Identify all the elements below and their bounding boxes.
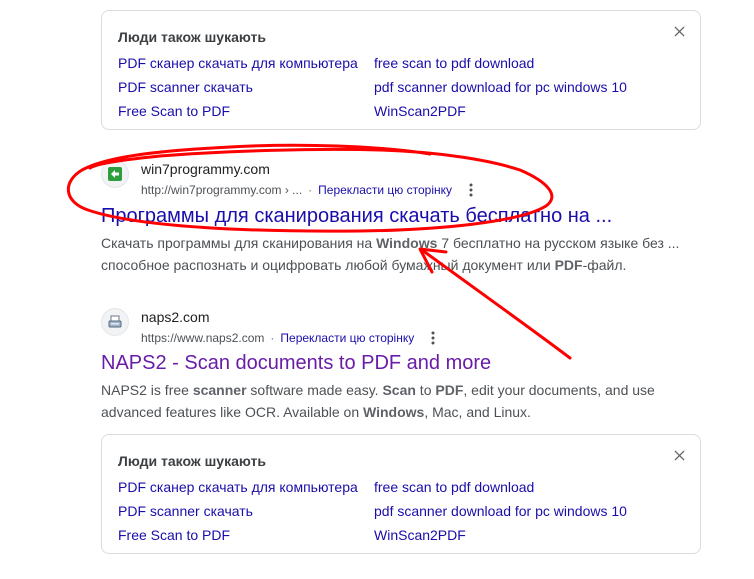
more-options-icon[interactable] — [426, 330, 440, 346]
related-search-link[interactable]: pdf scanner download for pc windows 10 — [374, 503, 627, 519]
related-search-link[interactable]: PDF scanner скачать — [118, 79, 253, 95]
related-search-link[interactable]: Free Scan to PDF — [118, 527, 230, 543]
search-result-naps2: naps2.com https://www.naps2.com · Перекл… — [101, 308, 701, 428]
more-options-icon[interactable] — [464, 182, 478, 198]
url-line: http://win7programmy.com › ... · Перекла… — [141, 182, 478, 198]
close-icon[interactable] — [670, 446, 688, 464]
related-search-link[interactable]: WinScan2PDF — [374, 103, 466, 119]
people-also-search-box-bottom: Люди також шукають PDF сканер скачать дл… — [101, 434, 701, 554]
site-name[interactable]: naps2.com — [141, 309, 209, 325]
url-line: https://www.naps2.com · Перекласти цю ст… — [141, 330, 440, 346]
related-search-link[interactable]: WinScan2PDF — [374, 527, 466, 543]
green-arrow-favicon-icon — [101, 160, 129, 188]
related-search-link[interactable]: Free Scan to PDF — [118, 103, 230, 119]
related-search-link[interactable]: PDF сканер скачать для компьютера — [118, 55, 358, 71]
scanner-favicon-icon — [101, 308, 129, 336]
related-search-link[interactable]: free scan to pdf download — [374, 55, 534, 71]
result-url[interactable]: http://win7programmy.com › ... — [141, 183, 302, 197]
related-search-link[interactable]: free scan to pdf download — [374, 479, 534, 495]
result-snippet: Скачать программы для сканирования на Wi… — [101, 235, 680, 273]
related-search-link[interactable]: PDF scanner скачать — [118, 503, 253, 519]
site-name[interactable]: win7programmy.com — [141, 161, 270, 177]
result-title-link[interactable]: NAPS2 - Scan documents to PDF and more — [101, 351, 491, 375]
people-also-search-box-top: Люди також шукають PDF сканер скачать дл… — [101, 10, 701, 130]
people-also-search-title: Люди також шукають — [118, 453, 266, 469]
close-icon[interactable] — [670, 22, 688, 40]
result-snippet: NAPS2 is free scanner software made easy… — [101, 382, 655, 420]
related-search-link[interactable]: PDF сканер скачать для компьютера — [118, 479, 358, 495]
result-url[interactable]: https://www.naps2.com — [141, 331, 264, 345]
people-also-search-title: Люди також шукають — [118, 29, 266, 45]
result-title-link[interactable]: Программы для сканирования скачать беспл… — [101, 204, 612, 228]
separator-dot: · — [270, 331, 275, 345]
translate-link[interactable]: Перекласти цю сторінку — [280, 331, 414, 345]
search-result-win7programmy: win7programmy.com http://win7programmy.c… — [101, 160, 701, 280]
translate-link[interactable]: Перекласти цю сторінку — [318, 183, 452, 197]
related-search-link[interactable]: pdf scanner download for pc windows 10 — [374, 79, 627, 95]
separator-dot: · — [308, 183, 313, 197]
